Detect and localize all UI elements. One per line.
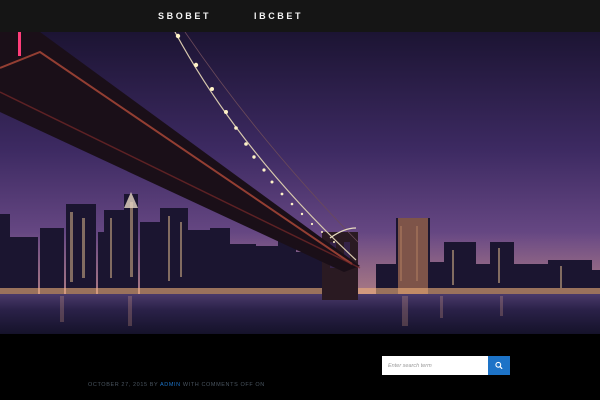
post-by: BY <box>147 382 161 388</box>
post-meta: OCTOBER 27, 2015 BY ADMIN WITH COMMENTS … <box>88 382 265 388</box>
top-navigation-bar: SBOBET IBCBET <box>0 0 600 32</box>
shoreline-lights <box>0 288 600 294</box>
post-date: OCTOBER 27, 2015 <box>88 382 148 388</box>
nav-link-sbobet[interactable]: SBOBET <box>158 0 211 28</box>
city-bridge-night-scene <box>0 32 600 334</box>
nav-link-ibcbet[interactable]: IBCBET <box>254 0 303 28</box>
hero-image <box>0 32 600 334</box>
content-area: OCTOBER 27, 2015 BY ADMIN WITH COMMENTS … <box>0 334 600 400</box>
page: SBOBET IBCBET Enter search term OCTOBER … <box>0 0 600 400</box>
search-input[interactable] <box>382 356 488 375</box>
neon-accent <box>18 32 21 56</box>
post-author-link[interactable]: ADMIN <box>160 382 181 388</box>
search-icon <box>495 361 503 369</box>
river <box>0 294 600 334</box>
search-form <box>382 356 510 375</box>
search-button[interactable] <box>488 356 510 375</box>
post-comments-status: WITH COMMENTS OFF ON <box>180 382 265 388</box>
orange-tower <box>398 218 428 294</box>
